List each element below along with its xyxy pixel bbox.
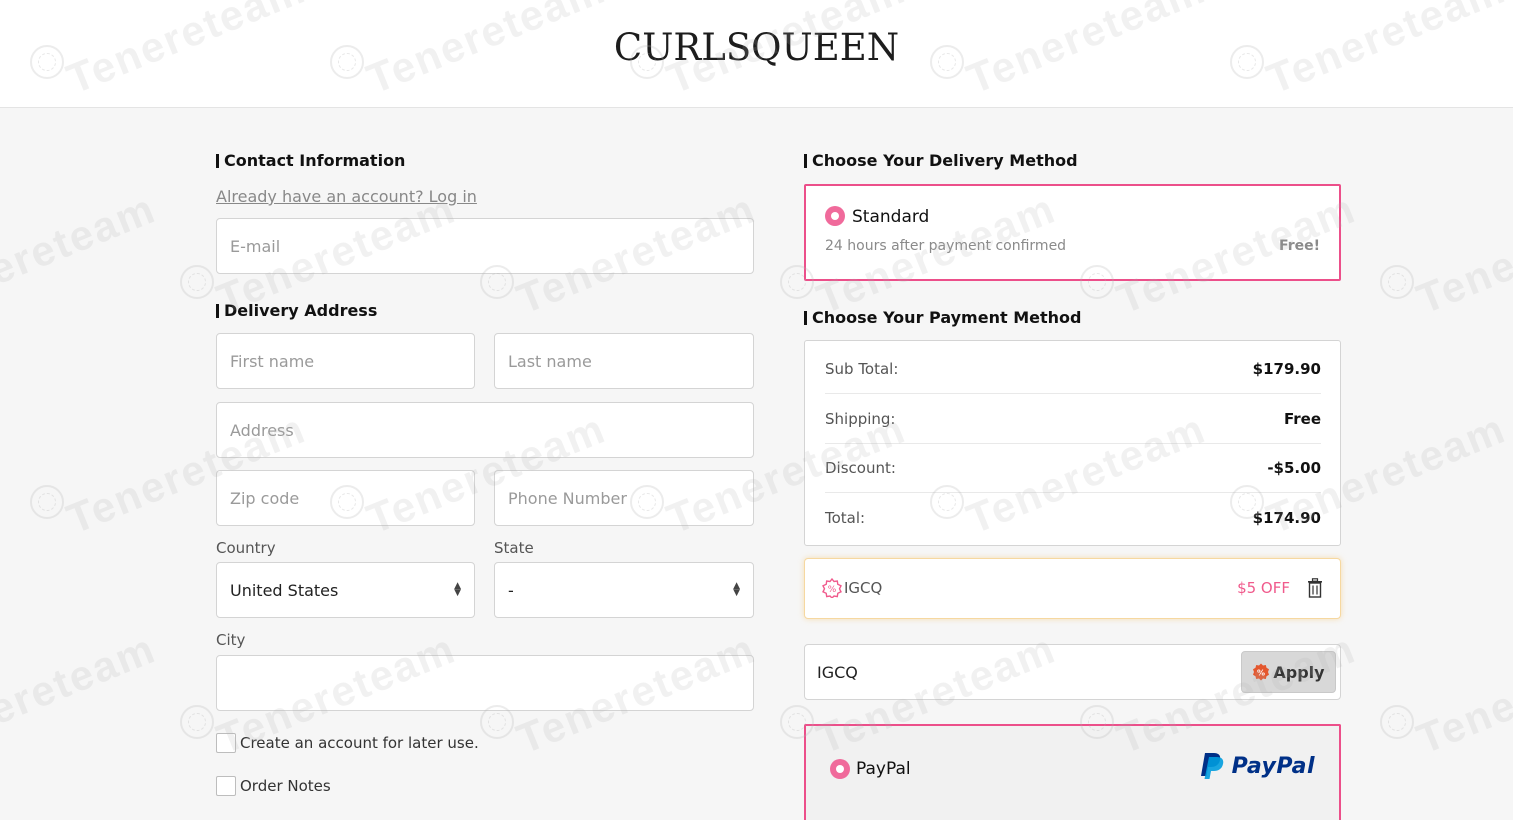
applied-coupon-code: IGCQ [844, 579, 883, 597]
payment-method-title: Choose Your Payment Method [804, 309, 1081, 327]
summary-value: -$5.00 [1267, 459, 1321, 477]
order-notes-option[interactable]: Order Notes [216, 776, 331, 796]
order-notes-label: Order Notes [240, 777, 331, 795]
coupon-gear-icon: % [1252, 663, 1270, 681]
watermark-text: Tenereteam [1410, 184, 1513, 323]
paypal-p-icon [1200, 753, 1223, 779]
order-summary: Sub Total: $179.90 Shipping: Free Discou… [804, 340, 1341, 546]
applied-coupon-discount: $5 OFF [1237, 579, 1290, 597]
watermark-seal-icon [1380, 265, 1414, 299]
applied-coupon: % IGCQ $5 OFF [804, 558, 1341, 619]
coupon-badge-icon: % [822, 577, 842, 599]
summary-value: $179.90 [1252, 360, 1321, 378]
create-account-label: Create an account for later use. [240, 734, 479, 752]
delivery-option-price: Free! [1279, 238, 1320, 254]
country-label: Country [216, 539, 276, 557]
updown-arrows-icon: ▲ ▼ [733, 581, 740, 598]
promo-code-input[interactable]: IGCQ [817, 663, 858, 682]
watermark-text: Tenereteam [1410, 624, 1513, 763]
country-select[interactable]: United States ▲ ▼ [216, 562, 475, 618]
watermark-text: Tenereteam [0, 624, 163, 763]
payment-option-paypal[interactable]: PayPal PayPal [804, 724, 1341, 820]
summary-row-discount: Discount: -$5.00 [825, 444, 1321, 493]
city-input[interactable] [216, 655, 754, 711]
paypal-logo: PayPal [1200, 752, 1315, 780]
first-name-input[interactable] [216, 333, 475, 389]
paypal-option-label: PayPal [856, 759, 911, 779]
summary-row-subtotal: Sub Total: $179.90 [825, 345, 1321, 394]
address-input[interactable] [216, 402, 754, 458]
state-select[interactable]: - ▲ ▼ [494, 562, 754, 618]
watermark-seal-icon [180, 705, 214, 739]
summary-label: Total: [825, 508, 866, 527]
summary-row-shipping: Shipping: Free [825, 395, 1321, 444]
summary-label: Sub Total: [825, 360, 899, 378]
promo-code-form: IGCQ % Apply [804, 644, 1341, 700]
country-select-value: United States [230, 580, 339, 600]
contact-info-title: Contact Information [216, 152, 405, 170]
apply-button[interactable]: % Apply [1241, 651, 1336, 693]
state-label: State [494, 539, 534, 557]
summary-label: Shipping: [825, 410, 896, 428]
brand-logo[interactable]: CURLSQUEEN [0, 26, 1513, 69]
radio-selected-icon[interactable] [830, 759, 850, 779]
login-link[interactable]: Already have an account? Log in [216, 187, 477, 206]
summary-value: $174.90 [1252, 508, 1321, 527]
svg-text:%: % [828, 585, 837, 595]
svg-text:%: % [1257, 669, 1265, 678]
watermark-text: Tenereteam [0, 184, 163, 323]
state-select-value: - [508, 580, 514, 600]
watermark-seal-icon [30, 485, 64, 519]
zip-code-input[interactable] [216, 470, 475, 526]
summary-value: Free [1283, 410, 1321, 428]
trash-icon[interactable] [1307, 578, 1323, 598]
delivery-option-name: Standard [852, 207, 930, 227]
apply-button-label: Apply [1273, 662, 1325, 682]
delivery-option-standard[interactable]: Standard 24 hours after payment confirme… [804, 184, 1341, 281]
delivery-address-title: Delivery Address [216, 302, 377, 320]
radio-selected-icon[interactable] [825, 206, 845, 226]
create-account-option[interactable]: Create an account for later use. [216, 733, 479, 753]
site-header: CURLSQUEEN [0, 0, 1513, 108]
create-account-checkbox[interactable] [216, 733, 236, 753]
delivery-method-title: Choose Your Delivery Method [804, 152, 1078, 170]
watermark-seal-icon [180, 265, 214, 299]
summary-label: Discount: [825, 459, 896, 477]
city-label: City [216, 631, 246, 649]
summary-row-total: Total: $174.90 [825, 493, 1321, 542]
email-input[interactable] [216, 218, 754, 274]
paypal-logo-text: PayPal [1231, 753, 1315, 779]
order-notes-checkbox[interactable] [216, 776, 236, 796]
updown-arrows-icon: ▲ ▼ [454, 581, 461, 598]
phone-number-input[interactable] [494, 470, 754, 526]
last-name-input[interactable] [494, 333, 754, 389]
watermark-seal-icon [1380, 705, 1414, 739]
delivery-option-desc: 24 hours after payment confirmed [825, 238, 1067, 254]
